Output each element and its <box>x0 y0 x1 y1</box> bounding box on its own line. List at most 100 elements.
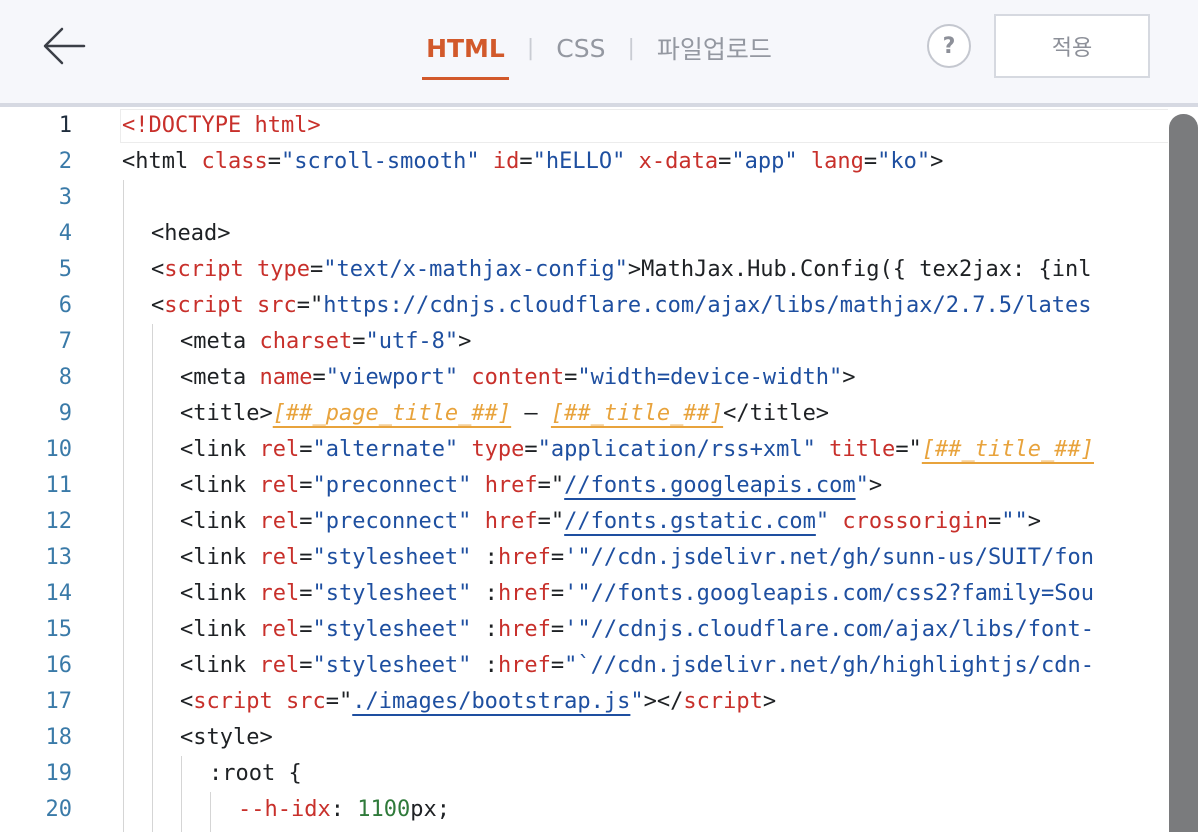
line-number-gutter: 1 2 3 4 5 6 7 8 9 10 11 12 13 14 15 16 17 18 19 20 <box>0 107 100 832</box>
code-line: <style> <box>180 720 273 756</box>
code-line: <title>[##_page_title_##] – [##_title_##… <box>180 396 829 432</box>
code-token: script <box>193 689 273 714</box>
code-token: > <box>458 329 472 354</box>
indent-guide <box>152 324 153 832</box>
apply-button-label: 적용 <box>1051 36 1093 61</box>
code-token: src <box>285 689 326 714</box>
line-number: 6 <box>58 293 72 318</box>
tab-divider: | <box>526 35 535 61</box>
code-token: "" <box>1001 509 1028 534</box>
code-token: "hELLO" <box>532 149 626 174</box>
code-token: '"//fonts.googleapis.com/css2?family=Sou <box>564 581 1094 606</box>
code-token: "stylesheet" <box>312 653 472 678</box>
help-icon: ? <box>942 33 956 59</box>
code-token: <link <box>180 617 247 642</box>
indent-guide <box>181 756 182 832</box>
help-button[interactable]: ? <box>927 24 971 68</box>
code-token: charset <box>259 329 353 354</box>
code-token: "`//cdn.jsdelivr.net/gh/highlightjs/cdn- <box>564 653 1094 678</box>
code-token: <title> <box>180 401 273 426</box>
apply-button[interactable]: 적용 <box>994 14 1150 78</box>
code-token: '"//cdn.jsdelivr.net/gh/sunn-us/SUIT/fon <box>564 545 1094 570</box>
code-token: script <box>683 689 763 714</box>
code-token: class <box>201 149 268 174</box>
tab-css[interactable]: CSS <box>552 34 609 63</box>
code-token: name <box>259 365 313 390</box>
code-token: <link <box>180 581 247 606</box>
code-token: – <box>511 401 551 426</box>
code-token: " <box>630 689 644 714</box>
code-token: <script <box>151 293 244 318</box>
code-token: href <box>484 473 538 498</box>
code-token: >MathJax.Hub.Config({ tex2jax: {inl <box>627 257 1092 282</box>
code-token: crossorigin <box>842 509 989 534</box>
code-token: = <box>299 545 313 570</box>
code-token: > <box>762 689 777 714</box>
code-token: =" <box>296 293 324 318</box>
code-token: href <box>497 617 551 642</box>
code-token: : <box>471 581 498 606</box>
line-number: 13 <box>45 545 73 570</box>
code-token: href <box>484 509 538 534</box>
code-token: //fonts.googleapis.com <box>564 473 856 498</box>
code-token: lang <box>810 149 864 174</box>
code-token: <link <box>180 473 247 498</box>
code-token: "stylesheet" <box>312 581 472 606</box>
code-token: [##_page_title_##] <box>272 401 512 426</box>
line-number: 18 <box>45 725 73 750</box>
code-token: 1100 <box>357 797 411 822</box>
code-token: "app" <box>731 149 798 174</box>
editor-scrollbar-thumb[interactable] <box>1169 114 1198 832</box>
editor-toolbar: HTML | CSS | 파일업로드 ? 적용 <box>0 0 1198 107</box>
code-token: " <box>855 473 869 498</box>
line-number: 15 <box>45 617 73 642</box>
line-number: 19 <box>45 761 73 786</box>
code-token: =" <box>895 437 922 462</box>
code-area[interactable]: <!DOCTYPE html> <html class="scroll-smoot… <box>108 107 1168 832</box>
tab-html[interactable]: HTML <box>422 34 509 80</box>
line-number: 1 <box>58 113 72 138</box>
line-number: 2 <box>58 149 72 174</box>
code-token: = <box>299 653 313 678</box>
code-token: =" <box>325 689 353 714</box>
code-token: href <box>497 581 551 606</box>
code-token: : <box>330 797 358 822</box>
code-token: ./images/bootstrap.js <box>352 689 631 714</box>
code-line: <link rel="stylesheet" :href='"//fonts.g… <box>180 576 1094 612</box>
code-line: <meta charset="utf-8"> <box>180 324 471 360</box>
code-line: <script type="text/x-mathjax-config">Mat… <box>151 252 1091 288</box>
code-line: <meta name="viewport" content="width=dev… <box>180 360 856 396</box>
code-token: > <box>868 473 883 498</box>
code-token: "width=device-width" <box>577 365 843 390</box>
line-number: 5 <box>58 257 72 282</box>
code-token: href <box>497 545 551 570</box>
code-token: = <box>299 473 313 498</box>
code-token: : <box>471 653 498 678</box>
code-token: =" <box>537 473 565 498</box>
tab-divider: | <box>627 35 635 61</box>
code-token: type <box>471 437 525 462</box>
code-token: "stylesheet" <box>312 545 472 570</box>
code-editor[interactable]: 1 2 3 4 5 6 7 8 9 10 11 12 13 14 15 16 17 18 19 20 <!DOCTYP… <box>0 107 1198 832</box>
code-token: "preconnect" <box>312 473 472 498</box>
code-token: rel <box>259 545 300 570</box>
code-token: = <box>550 545 565 570</box>
code-token: https://cdnjs.cloudflare.com/ajax/libs/m… <box>323 293 1092 318</box>
tab-file-upload[interactable]: 파일업로드 <box>653 30 776 66</box>
code-token: rel <box>259 437 300 462</box>
line-number: 16 <box>45 653 73 678</box>
code-token: //fonts.gstatic.com <box>564 509 816 534</box>
line-number: 11 <box>45 473 73 498</box>
code-token: <style> <box>180 725 273 750</box>
code-token: [##_title_##] <box>921 437 1094 462</box>
code-token: "alternate" <box>312 437 459 462</box>
code-token: "stylesheet" <box>312 617 472 642</box>
code-token: =" <box>537 509 565 534</box>
code-token: "preconnect" <box>312 509 472 534</box>
